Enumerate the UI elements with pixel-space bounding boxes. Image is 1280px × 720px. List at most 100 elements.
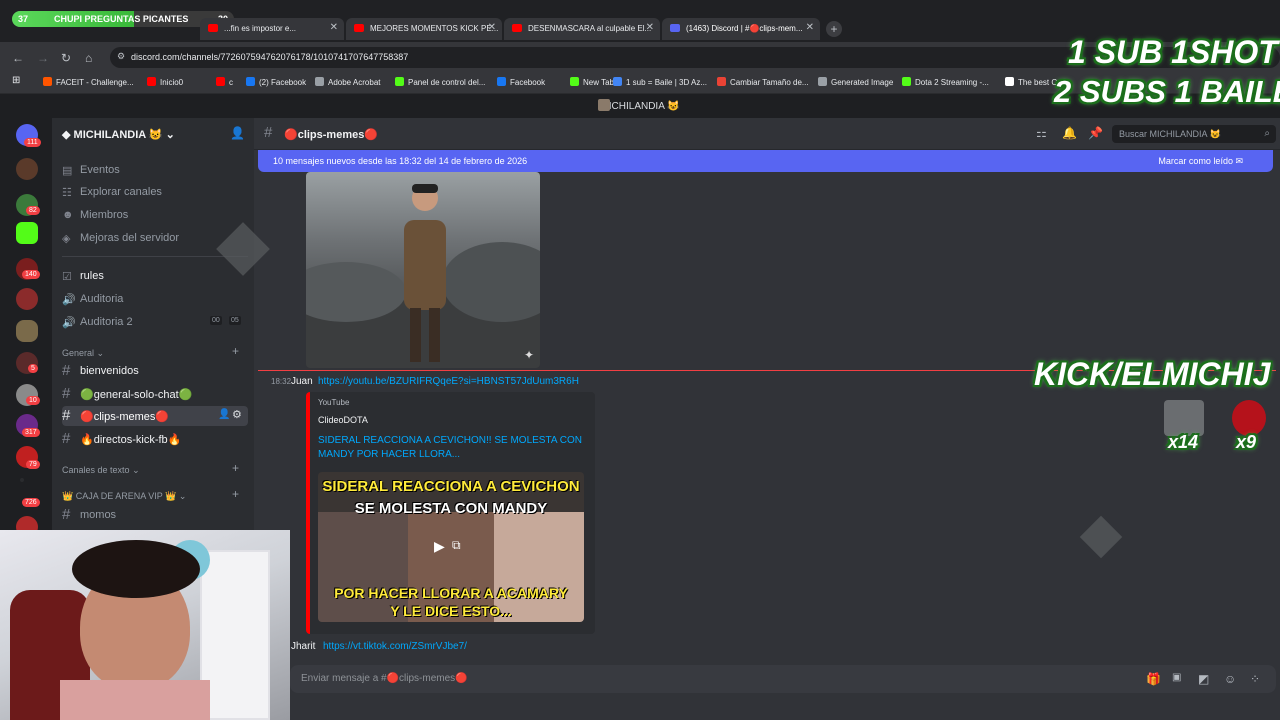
forward-icon[interactable]: → <box>37 51 49 65</box>
new-messages-bar[interactable]: 10 mensajes nuevos desde las 18:32 del 1… <box>258 150 1273 172</box>
embed-title[interactable]: SIDERAL REACCIONA A CEVICHON!! SE MOLEST… <box>318 434 588 462</box>
channel-general-solo-chat[interactable]: # 🟢general-solo-chat🟢 <box>62 384 248 404</box>
channel-auditoria[interactable]: 🔊 Auditoria <box>62 289 248 309</box>
bookmark-label: Inicio0 <box>160 78 184 87</box>
back-icon[interactable]: ← <box>12 51 24 65</box>
add-member-icon[interactable]: 👤 <box>230 126 245 140</box>
category-vip[interactable]: 👑 CAJA DE ARENA VIP 👑 ⌄ <box>62 491 186 502</box>
nav-explorar[interactable]: ☷ Explorar canales <box>62 182 248 202</box>
gift-icon[interactable]: 🎁 <box>1146 672 1161 686</box>
tab-title: DESENMASCARA al culpable El... <box>528 24 652 33</box>
category-general[interactable]: General ⌄ <box>62 348 104 359</box>
home-icon[interactable]: ⌂ <box>85 51 92 65</box>
embed-channel[interactable]: ClideoDOTA <box>318 415 368 425</box>
add-channel-icon[interactable]: + <box>232 344 239 358</box>
threads-icon[interactable]: ⚏ <box>1036 126 1047 140</box>
bookmark-item[interactable]: Cambiar Tamaño de... <box>717 77 809 87</box>
message-author[interactable]: Juan <box>291 376 313 387</box>
close-tab-icon[interactable]: ✕ <box>806 22 814 33</box>
new-tab-button[interactable]: + <box>826 21 842 37</box>
channel-auditoria-2[interactable]: 🔊 Auditoria 2 00 05 <box>62 312 248 332</box>
channel-directos-kick-fb[interactable]: # 🔥directos-kick-fb🔥 <box>62 429 248 449</box>
tab-mejores-momentos[interactable]: MEJORES MOMENTOS KICK PE... ✕ <box>346 18 502 40</box>
bookmark-favicon-icon <box>902 77 911 86</box>
nav-miembros[interactable]: ☻ Miembros <box>62 205 248 225</box>
message-author[interactable]: Jharit <box>291 641 315 652</box>
sticker-icon[interactable]: ◩ <box>1198 672 1209 686</box>
bookmark-item[interactable]: Generated Image <box>818 77 893 87</box>
message-input[interactable]: Enviar mensaje a #🔴clips-memes🔴 🎁 ▣ ◩ ☺ … <box>290 665 1276 693</box>
open-external-icon[interactable]: ⧉ <box>452 538 461 553</box>
bookmark-favicon-icon <box>717 77 726 86</box>
bookmark-item[interactable]: Facebook <box>497 77 545 87</box>
channel-momos[interactable]: # momos <box>62 505 248 525</box>
kick-server-icon[interactable] <box>16 222 38 244</box>
add-channel-icon[interactable]: + <box>232 461 239 475</box>
site-info-icon[interactable]: ⚙ <box>117 51 125 62</box>
channel-label: 🔴clips-memes🔴 <box>80 411 170 423</box>
bookmark-favicon-icon <box>216 77 225 86</box>
calendar-icon: ▤ <box>62 165 73 177</box>
invite-icon[interactable]: 👤 <box>218 409 230 420</box>
message-link[interactable]: https://vt.tiktok.com/ZSmrVJbe7/ <box>323 641 467 652</box>
bookmark-favicon-icon <box>147 77 156 86</box>
bookmark-item[interactable]: FACEIT - Challenge... <box>43 77 134 87</box>
channel-label: 🟢general-solo-chat🟢 <box>80 389 193 401</box>
add-channel-icon[interactable]: + <box>232 487 239 501</box>
bookmark-item[interactable]: Adobe Acrobat <box>315 77 380 87</box>
bookmark-item[interactable]: 1 sub = Baile | 3D Az... <box>613 77 707 87</box>
bookmark-item[interactable]: c <box>216 77 233 87</box>
server-icon[interactable] <box>16 158 38 180</box>
channel-rules[interactable]: ☑ rules <box>62 266 248 286</box>
bookmark-favicon-icon <box>395 77 404 86</box>
close-tab-icon[interactable]: ✕ <box>488 22 496 33</box>
bookmark-item[interactable]: Inicio0 <box>147 77 183 87</box>
bookmark-label: New Tab <box>583 78 614 87</box>
speaker-icon: 🔊 <box>62 317 76 329</box>
members-icon: ☻ <box>62 209 74 221</box>
channel-clips-memes[interactable]: # 🔴clips-memes🔴 👤 ⚙ <box>62 406 248 426</box>
apps-icon[interactable]: ⁘ <box>1250 672 1260 686</box>
bookmark-item[interactable]: New Tab <box>570 77 614 87</box>
notification-bell-icon[interactable]: 🔔 <box>1062 126 1077 140</box>
bookmark-item[interactable]: Panel de control del... <box>395 77 485 87</box>
embed-provider[interactable]: YouTube <box>318 398 349 407</box>
category-text[interactable]: Canales de texto ⌄ <box>62 465 140 476</box>
server-badge: 10 <box>26 396 40 405</box>
nav-label: Eventos <box>80 164 120 176</box>
search-input[interactable]: Buscar MICHILANDIA 😺 ⌕ <box>1112 125 1276 143</box>
message-image[interactable]: ✦ <box>306 172 540 368</box>
play-icon[interactable]: ▶ <box>434 538 445 555</box>
server-icon[interactable] <box>16 288 38 310</box>
overlay-sub-goal-1: 1 SUB 1SHOT <box>1068 34 1278 70</box>
gear-icon[interactable]: ⚙ <box>232 408 242 421</box>
pin-icon[interactable]: 📌 <box>1088 126 1103 140</box>
bookmark-favicon-icon <box>246 77 255 86</box>
speaker-icon: 🔊 <box>62 294 76 306</box>
apps-grid-icon[interactable]: ⊞ <box>12 75 20 86</box>
server-shield-icon: ◆ <box>62 129 71 141</box>
tab-discord[interactable]: (1463) Discord | #🔴clips-mem... ✕ <box>662 18 820 40</box>
tab-desenmascara[interactable]: DESENMASCARA al culpable El... ✕ <box>504 18 660 40</box>
mark-as-read-button[interactable]: Marcar como leído ✉ <box>1158 156 1243 167</box>
reload-icon[interactable]: ↻ <box>61 51 71 65</box>
close-tab-icon[interactable]: ✕ <box>330 22 338 33</box>
channel-bienvenidos[interactable]: # bienvenidos <box>62 361 248 381</box>
close-tab-icon[interactable]: ✕ <box>646 22 654 33</box>
youtube-icon <box>208 24 218 32</box>
message-link[interactable]: https://youtu.be/BZURIFRQqeE?si=HBNST57J… <box>318 376 579 387</box>
bookmark-item[interactable]: (2) Facebook <box>246 77 306 87</box>
divider <box>62 256 248 257</box>
gif-icon[interactable]: ▣ <box>1172 672 1181 683</box>
server-dot <box>20 478 24 482</box>
search-placeholder: Buscar MICHILANDIA 😺 <box>1119 129 1221 139</box>
video-thumbnail[interactable]: SIDERAL REACCIONA A CEVICHON SE MOLESTA … <box>318 472 584 622</box>
channel-label: rules <box>80 270 104 282</box>
emoji-icon[interactable]: ☺ <box>1224 672 1236 686</box>
server-header[interactable]: ◆ MICHILANDIA 😺 ⌄ <box>62 128 248 142</box>
nav-eventos[interactable]: ▤ Eventos <box>62 160 248 180</box>
bookmark-label: (2) Facebook <box>259 78 307 87</box>
bookmark-item[interactable]: Dota 2 Streaming -... <box>902 77 989 87</box>
server-icon[interactable] <box>16 320 38 342</box>
tab-impostor[interactable]: ...fin es impostor e... ✕ <box>200 18 344 40</box>
